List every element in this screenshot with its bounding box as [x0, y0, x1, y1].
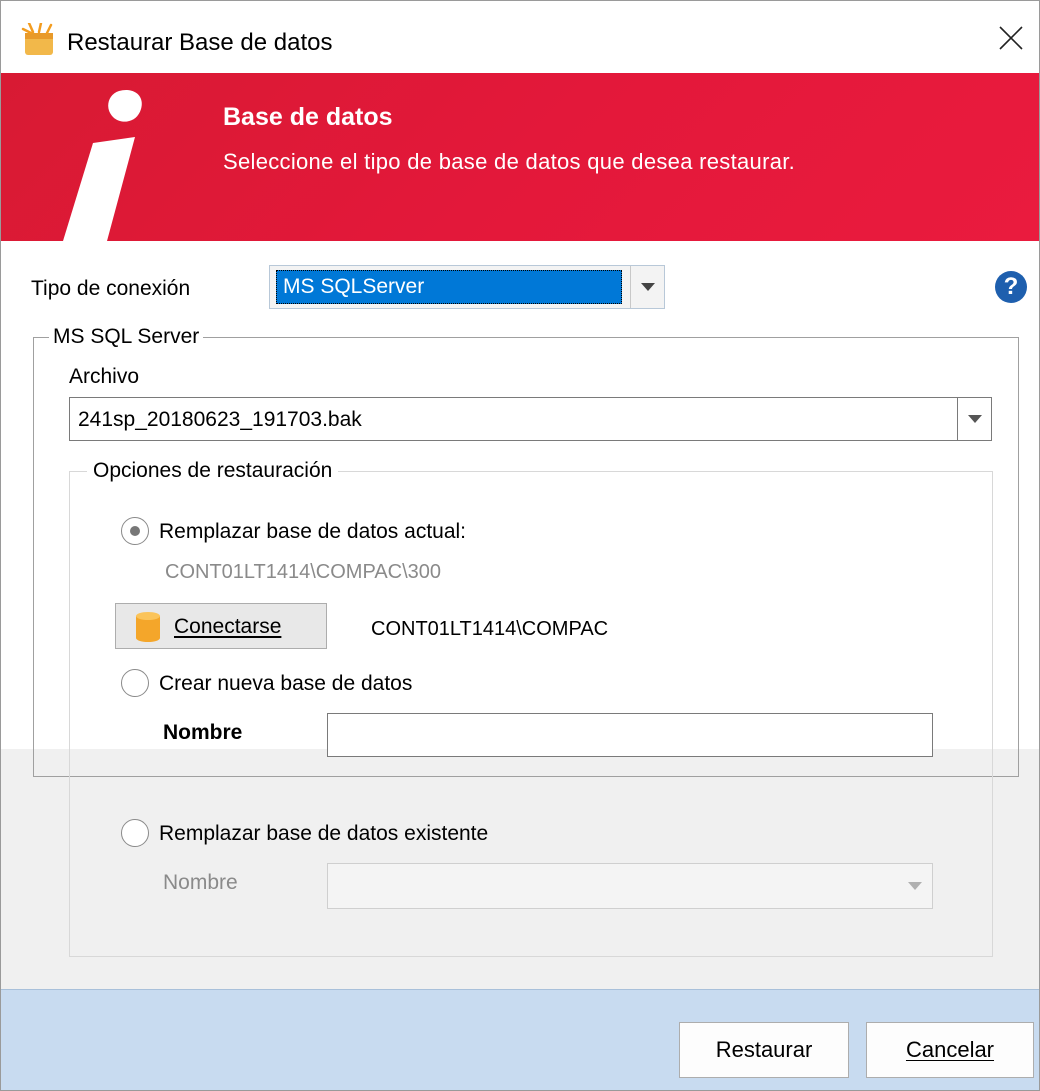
- create-new-label[interactable]: Crear nueva base de datos: [159, 672, 412, 696]
- dialog-footer: Restaurar Cancelar: [1, 989, 1039, 1090]
- current-server-path: CONT01LT1414\COMPAC\300: [165, 561, 442, 583]
- chevron-down-icon[interactable]: [898, 864, 932, 908]
- connection-type-value: MS SQLServer: [276, 270, 622, 304]
- window-title: Restaurar Base de datos: [67, 29, 333, 56]
- app-logo-icon: [21, 23, 53, 55]
- brand-i-logo-icon: [63, 89, 142, 241]
- banner-subtitle: Seleccione el tipo de base de datos que …: [223, 149, 796, 174]
- title-bar: Restaurar Base de datos: [1, 1, 1039, 73]
- restore-options-title: Opciones de restauración: [87, 459, 339, 483]
- create-new-name-input[interactable]: [327, 713, 933, 757]
- chevron-down-icon[interactable]: [957, 398, 991, 440]
- create-new-name-label: Nombre: [163, 721, 243, 744]
- cancel-button-label: Cancelar: [905, 1037, 995, 1062]
- database-icon: [136, 612, 160, 642]
- restore-dialog: Restaurar Base de datos Base de datos Se…: [0, 0, 1040, 1091]
- chevron-down-icon[interactable]: [630, 266, 664, 308]
- restore-button[interactable]: Restaurar: [679, 1022, 849, 1078]
- connect-button-label: Conectarse: [174, 615, 282, 638]
- replace-existing-radio[interactable]: [121, 819, 149, 847]
- replace-existing-label[interactable]: Remplazar base de datos existente: [159, 822, 488, 846]
- help-icon[interactable]: ?: [995, 271, 1027, 303]
- archivo-label: Archivo: [69, 365, 140, 388]
- connection-type-select[interactable]: MS SQLServer: [269, 265, 665, 309]
- cancel-button[interactable]: Cancelar: [866, 1022, 1034, 1078]
- create-new-radio[interactable]: [121, 669, 149, 697]
- replace-current-label[interactable]: Remplazar base de datos actual:: [159, 520, 466, 544]
- connected-server-name: CONT01LT1414\COMPAC: [371, 618, 609, 640]
- sql-server-group-title: MS SQL Server: [49, 325, 204, 349]
- replace-existing-name-label: Nombre: [163, 871, 238, 894]
- connection-type-label: Tipo de conexión: [31, 277, 191, 300]
- banner-title: Base de datos: [223, 103, 393, 131]
- connect-button[interactable]: Conectarse: [115, 603, 327, 649]
- archivo-select[interactable]: 241sp_20180623_191703.bak: [69, 397, 992, 441]
- close-icon: [999, 26, 1023, 50]
- replace-existing-select[interactable]: [327, 863, 933, 909]
- header-banner: Base de datos Seleccione el tipo de base…: [1, 73, 1039, 241]
- replace-current-radio[interactable]: [121, 517, 149, 545]
- close-button[interactable]: [981, 9, 1039, 67]
- archivo-value: 241sp_20180623_191703.bak: [78, 408, 362, 431]
